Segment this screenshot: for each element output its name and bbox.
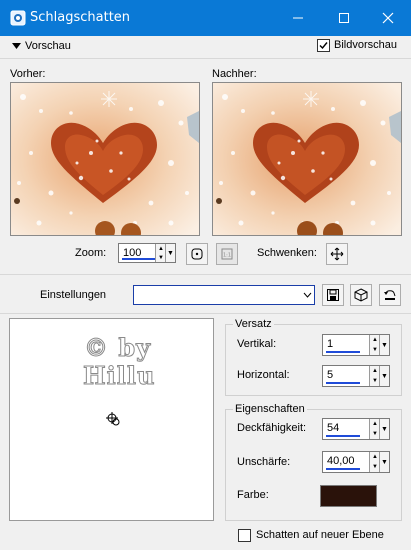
vertical-value-underline	[326, 351, 360, 353]
maximize-button[interactable]	[321, 0, 367, 36]
horizontal-value: 5	[327, 369, 334, 381]
pan-button[interactable]	[326, 243, 348, 265]
zoom-value-underline	[122, 258, 156, 260]
horizontal-spinner[interactable]: 5 ▲ ▼ ▼	[322, 365, 390, 387]
chevron-down-icon[interactable]: ▼	[165, 244, 175, 262]
properties-group-title: Eigenschaften	[233, 403, 307, 415]
zoom-spinner[interactable]: 100 ▲ ▼ ▼	[118, 243, 176, 263]
chevron-down-icon[interactable]: ▼	[379, 452, 389, 472]
before-label: Vorher:	[10, 68, 46, 80]
watermark-line-1: © by	[83, 333, 152, 363]
maximize-icon	[339, 13, 349, 23]
pan-label: Schwenken:	[257, 247, 317, 259]
horizontal-stepper[interactable]: ▲ ▼	[369, 366, 379, 386]
chevron-down-icon[interactable]: ▼	[379, 419, 389, 439]
chevron-down-icon[interactable]: ▼	[379, 366, 389, 386]
preset-resources-button[interactable]	[350, 284, 372, 306]
window-title: Schlagschatten	[30, 10, 131, 25]
opacity-stepper[interactable]: ▲ ▼	[369, 419, 379, 439]
after-preview[interactable]	[212, 82, 402, 236]
shadow-color-swatch[interactable]	[320, 485, 377, 507]
reset-button[interactable]	[379, 284, 401, 306]
preview-image	[213, 83, 401, 235]
live-preview-label: Bildvorschau	[334, 39, 397, 51]
opacity-value-underline	[326, 435, 360, 437]
shadow-new-layer-label: Schatten auf neuer Ebene	[256, 529, 384, 541]
cube-icon	[354, 288, 368, 302]
horizontal-label: Horizontal:	[237, 369, 290, 381]
zoom-stepper[interactable]: ▲ ▼	[155, 244, 165, 262]
chevron-down-icon[interactable]	[300, 286, 314, 304]
close-button[interactable]	[365, 0, 411, 36]
after-label: Nachher:	[212, 68, 257, 80]
crosshair-icon[interactable]	[106, 412, 122, 428]
title-bar: Schlagschatten	[0, 0, 411, 36]
preview-toggle[interactable]: Vorschau	[12, 38, 71, 54]
preview-image	[11, 83, 199, 235]
blur-value: 40,00	[327, 455, 355, 467]
vertical-stepper[interactable]: ▲ ▼	[369, 335, 379, 355]
horizontal-value-underline	[326, 382, 360, 384]
svg-text:1:1: 1:1	[223, 253, 231, 259]
divider	[0, 58, 411, 59]
close-icon	[382, 12, 394, 24]
opacity-spinner[interactable]: 54 ▲ ▼ ▼	[322, 418, 390, 440]
vertical-label: Vertikal:	[237, 338, 277, 350]
app-icon	[10, 10, 26, 26]
fit-to-window-icon	[191, 248, 203, 260]
save-preset-button[interactable]	[322, 284, 344, 306]
minimize-icon	[293, 17, 303, 19]
settings-dropdown[interactable]	[133, 285, 315, 305]
settings-label: Einstellungen	[40, 289, 107, 301]
checkmark-icon	[319, 41, 328, 49]
offset-group-title: Versatz	[233, 318, 274, 330]
color-label: Farbe:	[237, 489, 269, 501]
save-icon	[327, 289, 339, 301]
shadow-new-layer-checkbox[interactable]	[238, 528, 251, 542]
opacity-label: Deckfähigkeit:	[237, 422, 307, 434]
actual-size-icon: 1:1	[221, 248, 233, 260]
minimize-button[interactable]	[275, 0, 321, 36]
vertical-spinner[interactable]: 1 ▲ ▼ ▼	[322, 334, 390, 356]
triangle-down-icon	[12, 42, 21, 49]
chevron-down-icon[interactable]: ▼	[379, 335, 389, 355]
reset-icon	[384, 290, 396, 300]
divider	[0, 274, 411, 275]
before-preview[interactable]	[10, 82, 200, 236]
shadow-new-layer-option[interactable]: Schatten auf neuer Ebene	[238, 528, 384, 542]
live-preview-option[interactable]: Bildvorschau	[317, 37, 397, 53]
vertical-value: 1	[327, 338, 334, 350]
blur-value-underline	[326, 468, 360, 470]
shadow-offset-canvas[interactable]: © by Hillu	[9, 318, 214, 521]
live-preview-checkbox[interactable]	[317, 38, 330, 52]
move-icon	[330, 247, 344, 261]
zoom-label: Zoom:	[75, 247, 107, 259]
preview-toggle-label: Vorschau	[25, 40, 71, 52]
blur-stepper[interactable]: ▲ ▼	[369, 452, 379, 472]
blur-spinner[interactable]: 40,00 ▲ ▼ ▼	[322, 451, 390, 473]
opacity-value: 54	[327, 422, 340, 434]
zoom-actual-size-button[interactable]: 1:1	[216, 243, 238, 265]
blur-label: Unschärfe:	[237, 456, 291, 468]
divider	[0, 313, 411, 314]
watermark-line-2: Hillu	[82, 361, 156, 391]
zoom-fit-button[interactable]	[186, 243, 208, 265]
